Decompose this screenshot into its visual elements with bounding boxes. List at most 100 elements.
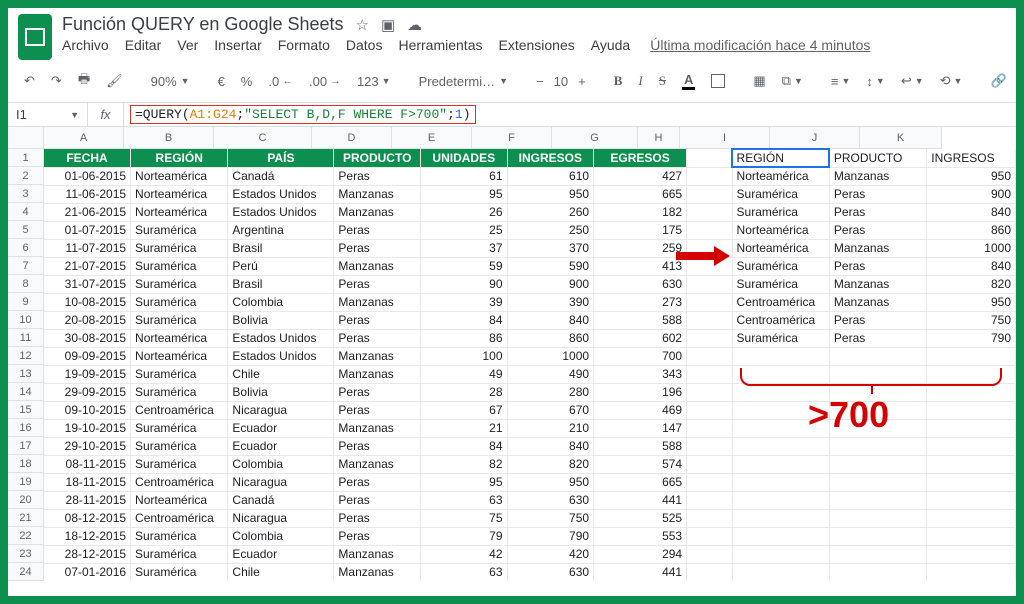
col-header-K[interactable]: K [860,127,942,149]
row-header[interactable]: 17 [8,437,44,455]
cell[interactable] [687,167,732,185]
cell[interactable]: 820 [927,275,1016,293]
menu-formato[interactable]: Formato [278,37,330,53]
menu-ver[interactable]: Ver [177,37,198,53]
cell[interactable]: 01-07-2015 [44,221,131,239]
cell[interactable] [732,473,829,491]
cell[interactable]: Centroamérica [131,509,228,527]
cell[interactable] [732,563,829,581]
cell[interactable]: Suramérica [732,275,829,293]
cell[interactable]: Canadá [228,491,334,509]
row-header[interactable]: 2 [8,167,44,185]
cell[interactable] [829,527,926,545]
font-size-decrease[interactable]: − [530,70,550,93]
row-header[interactable]: 23 [8,545,44,563]
col-header-G[interactable]: G [552,127,638,149]
cell[interactable]: 28 [420,383,507,401]
bold-button[interactable]: B [608,69,629,93]
row-header[interactable]: 8 [8,275,44,293]
cell[interactable]: Norteamérica [131,203,228,221]
cell[interactable]: 294 [594,545,687,563]
cell[interactable]: 441 [594,491,687,509]
cell[interactable]: PAÍS [228,149,334,167]
cell[interactable]: Estados Unidos [228,185,334,203]
cell[interactable]: 602 [594,329,687,347]
cell[interactable]: Peras [334,383,421,401]
cell[interactable] [927,527,1016,545]
cell[interactable]: Colombia [228,455,334,473]
cell[interactable]: 950 [507,473,594,491]
cell[interactable]: Peras [334,167,421,185]
cell[interactable]: 21-06-2015 [44,203,131,221]
cell[interactable]: Colombia [228,527,334,545]
cell[interactable]: 21-07-2015 [44,257,131,275]
row-header[interactable]: 10 [8,311,44,329]
cell[interactable]: 790 [927,329,1016,347]
cell[interactable]: Suramérica [131,293,228,311]
cell[interactable]: Manzanas [334,203,421,221]
paint-format-button[interactable]: 🖌 [100,69,129,93]
cell[interactable]: Chile [228,365,334,383]
cell[interactable] [829,437,926,455]
cell[interactable] [829,455,926,473]
col-header-C[interactable]: C [214,127,312,149]
currency-button[interactable]: € [212,70,231,93]
menu-insertar[interactable]: Insertar [214,37,261,53]
cell[interactable]: 29-09-2015 [44,383,131,401]
cell[interactable]: Bolivia [228,383,334,401]
spreadsheet-grid[interactable]: FECHAREGIÓNPAÍSPRODUCTOUNIDADESINGRESOSE… [44,149,1016,581]
cell[interactable] [687,419,732,437]
cell[interactable]: Suramérica [732,203,829,221]
cell[interactable]: Norteamérica [131,167,228,185]
cell[interactable] [687,185,732,203]
col-header-B[interactable]: B [124,127,214,149]
cell[interactable]: 11-07-2015 [44,239,131,257]
cell[interactable]: 588 [594,437,687,455]
redo-button[interactable]: ↷ [45,69,68,93]
cell[interactable]: 95 [420,185,507,203]
cell[interactable]: 18-12-2015 [44,527,131,545]
cell[interactable]: 260 [507,203,594,221]
cell[interactable]: 90 [420,275,507,293]
cell[interactable]: 26 [420,203,507,221]
font-size-increase[interactable]: + [572,70,592,93]
cell[interactable]: 39 [420,293,507,311]
cell[interactable]: Nicaragua [228,509,334,527]
cell[interactable] [829,347,926,365]
cell[interactable]: Estados Unidos [228,347,334,365]
cell[interactable] [927,419,1016,437]
cell[interactable] [829,473,926,491]
cell[interactable]: Peras [829,221,926,239]
cell[interactable]: Norteamérica [131,185,228,203]
row-header[interactable]: 22 [8,527,44,545]
col-header-A[interactable]: A [44,127,124,149]
cell[interactable]: Suramérica [131,257,228,275]
cell[interactable] [687,347,732,365]
cell[interactable]: 840 [507,311,594,329]
cell[interactable]: 259 [594,239,687,257]
cell[interactable] [829,491,926,509]
cell[interactable]: 147 [594,419,687,437]
cell[interactable] [927,401,1016,419]
cell[interactable]: Manzanas [829,293,926,311]
cell[interactable]: Norteamérica [131,491,228,509]
cell[interactable]: 25 [420,221,507,239]
cell[interactable]: 79 [420,527,507,545]
cell[interactable] [927,437,1016,455]
cell[interactable]: Manzanas [829,239,926,257]
cell[interactable]: Centroamérica [732,311,829,329]
cell[interactable]: Manzanas [334,455,421,473]
cell[interactable]: Peras [334,527,421,545]
strike-button[interactable]: S [653,69,672,93]
cell[interactable]: 574 [594,455,687,473]
cell[interactable]: 790 [507,527,594,545]
cell[interactable]: Peras [334,329,421,347]
cell[interactable]: Peras [334,275,421,293]
cell[interactable]: 750 [507,509,594,527]
undo-button[interactable]: ↶ [18,69,41,93]
cell[interactable]: Manzanas [334,293,421,311]
cell[interactable]: 950 [927,293,1016,311]
row-header[interactable]: 13 [8,365,44,383]
row-header[interactable]: 18 [8,455,44,473]
cell[interactable]: Brasil [228,275,334,293]
